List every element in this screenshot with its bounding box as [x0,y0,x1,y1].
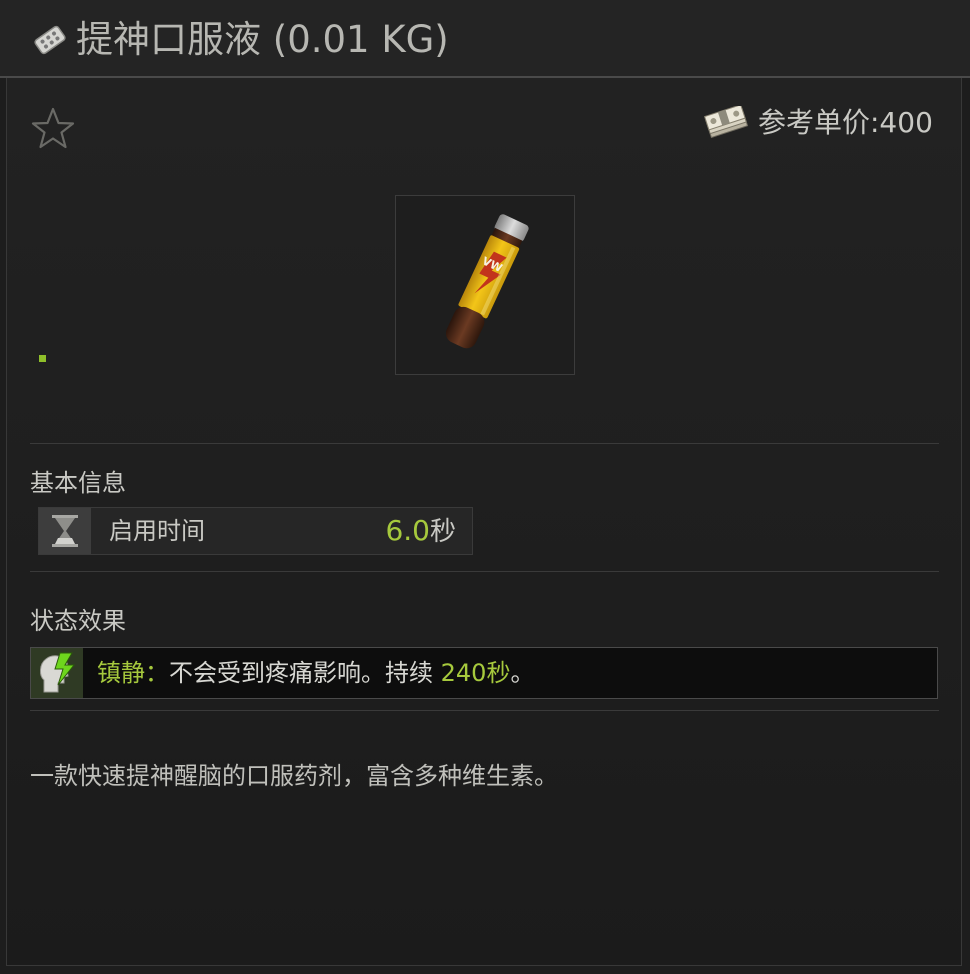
section-divider [30,571,939,572]
hourglass-icon-box [39,508,91,554]
activation-time-value: 6.0秒 [385,511,456,552]
section-divider [30,710,939,711]
item-image-frame[interactable]: VW [395,195,575,375]
item-description: 一款快速提神醒脑的口服药剂，富含多种维生素。 [30,762,558,790]
reference-price: 参考单价:400 [758,106,933,139]
status-effects-heading: 状态效果 [30,607,126,635]
effect-icon-box [31,648,83,698]
section-divider [30,443,939,444]
pill-pack-icon [34,25,66,55]
head-lightning-icon [34,650,80,696]
effect-name: 镇静： [97,659,169,687]
hourglass-icon [52,515,78,547]
effect-description: 不会受到疼痛影响。持续 [169,659,441,687]
activation-time-label: 启用时间 [109,517,205,545]
star-icon[interactable] [30,106,76,152]
activation-time-number: 6.0 [385,514,430,547]
status-effect-text: 镇静：不会受到疼痛影响。持续 240秒。 [97,656,534,690]
activation-time-unit: 秒 [429,517,456,547]
effect-suffix: 。 [510,659,535,687]
item-inspect-window: 提神口服液 (0.01 KG) 参考单价:400 VW 基本信息 启用时间 6.… [0,0,970,974]
effect-duration: 240秒 [440,659,511,687]
status-effect-row: 镇静：不会受到疼痛影响。持续 240秒。 [30,647,938,699]
activation-time-row: 启用时间 6.0秒 [38,507,473,555]
status-indicator-dot [39,355,46,362]
window-title: 提神口服液 (0.01 KG) [76,18,449,61]
oral-stimulant-vial-image: VW [445,214,529,349]
basic-info-heading: 基本信息 [30,469,126,497]
money-stack-icon [704,106,749,139]
window-titlebar[interactable]: 提神口服液 (0.01 KG) [0,0,970,78]
